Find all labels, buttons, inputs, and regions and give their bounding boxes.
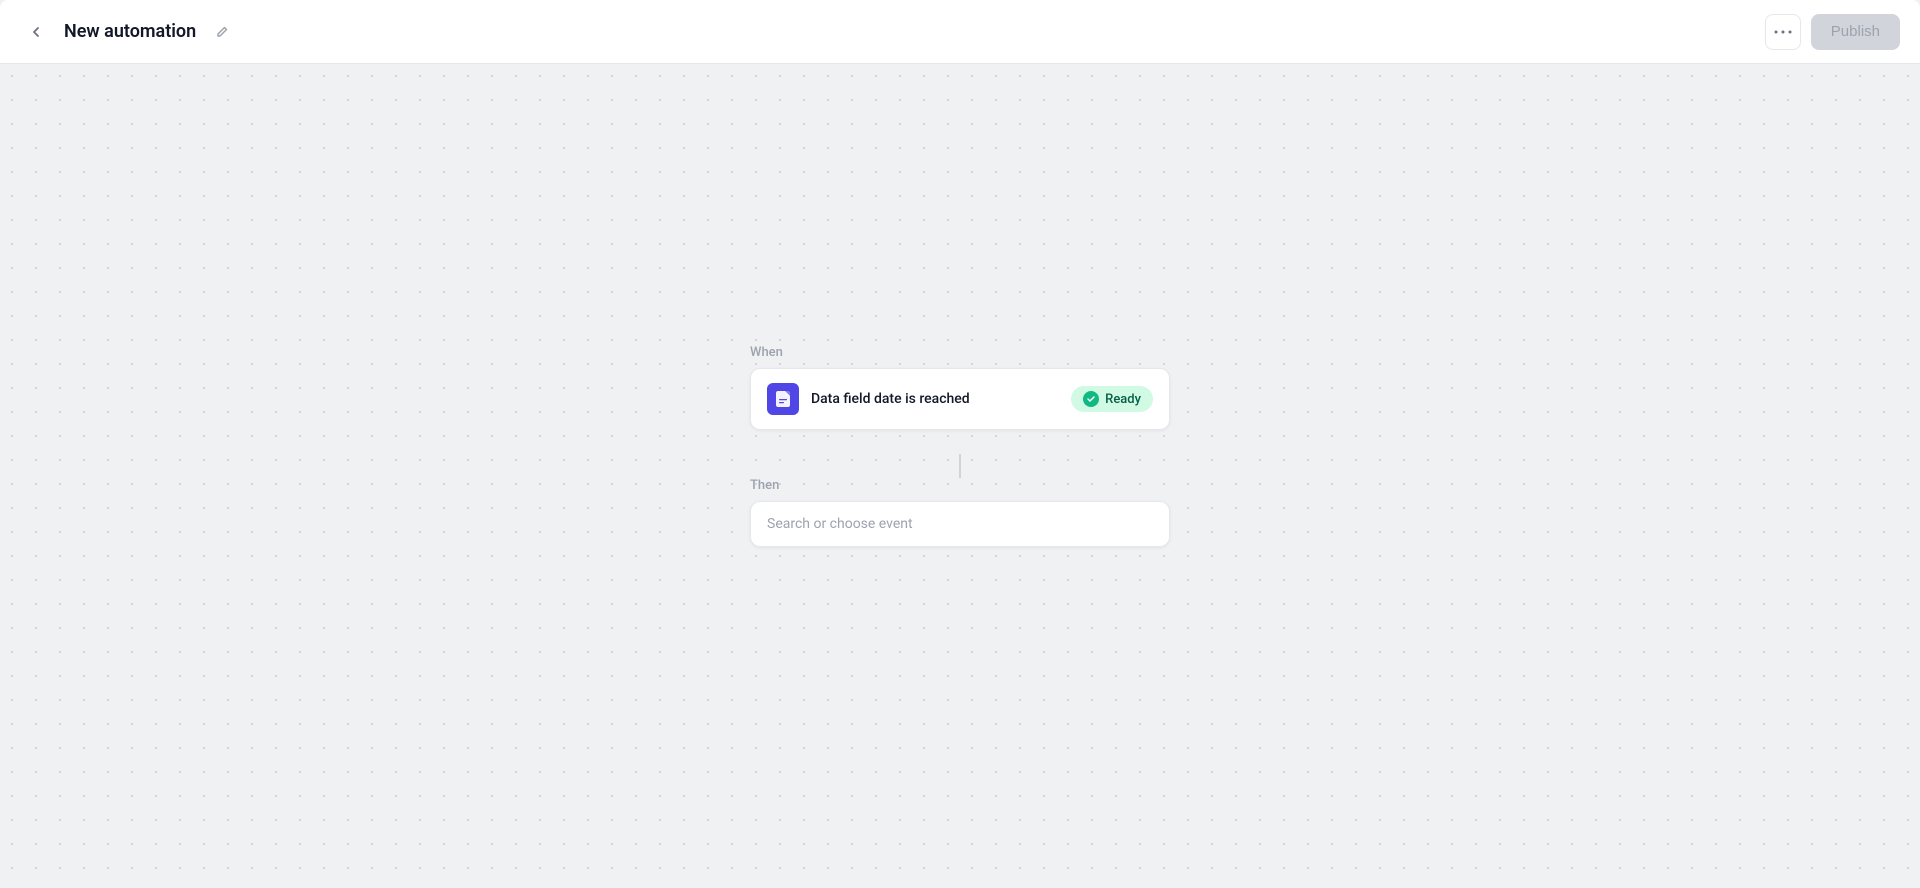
automation-canvas: When Data field date is reached bbox=[0, 64, 1920, 888]
trigger-icon bbox=[767, 383, 799, 415]
canvas-content: When Data field date is reached bbox=[750, 345, 1170, 547]
ready-check-icon bbox=[1083, 391, 1099, 407]
trigger-card[interactable]: Data field date is reached Ready bbox=[750, 368, 1170, 430]
ready-badge: Ready bbox=[1071, 386, 1153, 412]
trigger-label: Data field date is reached bbox=[811, 391, 970, 407]
header: New automation Publish bbox=[0, 0, 1920, 64]
header-left: New automation bbox=[20, 16, 236, 48]
ready-badge-label: Ready bbox=[1105, 392, 1141, 407]
page-title: New automation bbox=[64, 21, 196, 42]
then-section: Then Search or choose event bbox=[750, 478, 1170, 547]
header-right: Publish bbox=[1765, 14, 1900, 50]
action-placeholder: Search or choose event bbox=[767, 516, 913, 532]
more-options-button[interactable] bbox=[1765, 14, 1801, 50]
edit-title-button[interactable] bbox=[208, 18, 236, 46]
back-button[interactable] bbox=[20, 16, 52, 48]
trigger-card-left: Data field date is reached bbox=[767, 383, 970, 415]
connector-line bbox=[959, 454, 961, 478]
publish-button[interactable]: Publish bbox=[1811, 14, 1900, 50]
then-label: Then bbox=[750, 478, 1170, 493]
when-label: When bbox=[750, 345, 1170, 360]
action-card[interactable]: Search or choose event bbox=[750, 501, 1170, 547]
app-container: New automation Publish When bbox=[0, 0, 1920, 888]
